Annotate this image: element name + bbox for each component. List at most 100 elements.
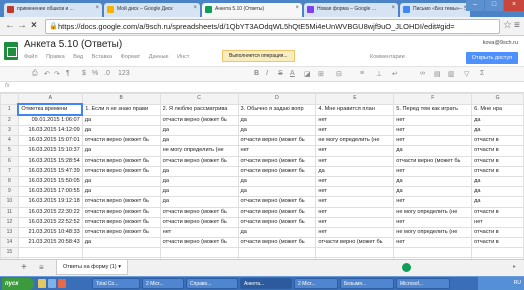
align-icon[interactable]: ≡ — [360, 70, 364, 77]
cell[interactable]: отчасти верно (может бь — [81, 206, 161, 218]
taskbar-item[interactable]: Total Co... — [92, 278, 140, 289]
close-icon[interactable]: × — [193, 5, 197, 11]
strikethrough-icon[interactable]: S — [278, 70, 283, 77]
cell[interactable]: нет — [315, 206, 395, 218]
cell[interactable]: отчасти в — [471, 226, 524, 239]
fill-color-icon[interactable]: ◪ — [304, 70, 311, 78]
bookmark-star-icon[interactable]: ☆ — [503, 20, 512, 31]
header-cell[interactable]: 1. Если я не знаю прави — [81, 103, 161, 116]
link-icon[interactable]: ∞ — [420, 70, 425, 77]
cell[interactable]: нет — [315, 124, 395, 137]
header-cell[interactable]: 5. Перед тем как играть — [393, 103, 473, 116]
menu-file[interactable]: Файл — [24, 54, 38, 60]
paint-format-icon[interactable]: ¶ — [66, 70, 70, 77]
bold-icon[interactable]: B — [254, 70, 259, 77]
cell[interactable]: да — [237, 186, 317, 198]
column-header[interactable]: C — [159, 93, 239, 105]
cell[interactable]: 16.03.2015 15:10:37 — [17, 145, 83, 157]
close-icon[interactable]: × — [295, 5, 299, 11]
row-header[interactable]: 13 — [0, 226, 19, 239]
row-header[interactable]: 3 — [0, 124, 19, 137]
redo-icon[interactable]: ↷ — [54, 70, 60, 78]
cell[interactable]: 21.03.2015 10:48:33 — [17, 226, 83, 239]
formula-bar[interactable]: fx — [0, 82, 524, 93]
start-button[interactable]: пуск — [2, 278, 34, 290]
taskbar-item[interactable]: Безымя... — [340, 278, 394, 289]
cell[interactable] — [393, 247, 473, 259]
cell[interactable]: 16.03.2015 15:50:05 — [17, 175, 83, 188]
row-header[interactable]: 4 — [0, 135, 19, 147]
maximize-button[interactable]: □ — [485, 0, 503, 11]
header-cell[interactable]: 4. Мне нравится план — [315, 103, 395, 116]
merge-icon[interactable]: ⊟ — [336, 70, 342, 78]
share-button[interactable]: Открыть доступ — [466, 52, 518, 64]
cell[interactable]: отчасти верно (может бь — [237, 237, 317, 249]
cell[interactable]: отчасти верно (может бь — [159, 155, 239, 167]
cell[interactable] — [17, 247, 83, 259]
cell[interactable]: нет — [393, 237, 473, 249]
functions-icon[interactable]: Σ — [480, 70, 484, 77]
menu-data[interactable]: Данные — [149, 54, 169, 60]
cell[interactable]: 16.03.2015 15:47:39 — [17, 165, 83, 177]
comments-button[interactable]: Комментарии — [370, 54, 405, 60]
cell[interactable]: да — [393, 175, 473, 188]
cell[interactable]: 16.03.2015 17:00:55 — [17, 186, 83, 198]
select-all-corner[interactable] — [0, 93, 19, 105]
cell[interactable] — [237, 247, 317, 259]
cell[interactable]: отчасти верно (может бь — [237, 165, 317, 177]
row-header[interactable]: 12 — [0, 216, 19, 228]
undo-icon[interactable]: ↶ — [44, 70, 50, 78]
cell[interactable] — [471, 247, 524, 259]
cell[interactable]: нет — [315, 216, 395, 228]
row-header[interactable]: 8 — [0, 175, 19, 188]
window-close-button[interactable]: × — [504, 0, 524, 11]
cell[interactable]: отчасти верно (может бь — [237, 206, 317, 218]
currency-icon[interactable]: $ — [82, 70, 86, 77]
cell[interactable]: да — [159, 186, 239, 198]
menu-format[interactable]: Формат — [121, 54, 141, 60]
print-icon[interactable]: ⎙ — [32, 70, 38, 78]
cell[interactable]: не могу определить (не — [393, 206, 473, 218]
cell[interactable]: да — [393, 186, 473, 198]
cell[interactable]: отчасти верно (может бь — [81, 226, 161, 239]
sheets-logo-icon[interactable] — [4, 42, 18, 60]
cell[interactable]: отчасти верно (может бь — [237, 135, 317, 147]
cell[interactable]: да — [471, 196, 524, 208]
cell[interactable]: нет — [315, 145, 395, 157]
row-header[interactable]: 6 — [0, 155, 19, 167]
cell[interactable]: отчасти верно (может бь — [237, 196, 317, 208]
row-header[interactable]: 7 — [0, 165, 19, 177]
close-icon[interactable]: × — [391, 5, 395, 11]
cell[interactable]: нет — [315, 175, 395, 188]
row-header[interactable]: 5 — [0, 145, 19, 157]
cell[interactable]: отчасти в — [471, 237, 524, 249]
cell[interactable]: отчасти в — [471, 155, 524, 167]
chevron-down-icon[interactable]: ▾ — [118, 264, 121, 270]
header-cell[interactable]: 6. Мне нра — [471, 103, 524, 116]
cell[interactable]: да — [159, 165, 239, 177]
cell[interactable]: отчасти верно (может бь — [159, 206, 239, 218]
cell[interactable]: да — [471, 186, 524, 198]
column-header[interactable]: E — [315, 93, 395, 105]
menu-insert[interactable]: Вставка — [92, 54, 112, 60]
cell[interactable]: нет — [393, 165, 473, 177]
cell[interactable]: нет — [393, 216, 473, 228]
header-cell[interactable]: 2. Я люблю рассматрива — [159, 103, 239, 116]
cell[interactable] — [81, 247, 161, 259]
cell[interactable]: 16.03.2015 22:30:22 — [17, 206, 83, 218]
cell[interactable]: 16.03.2015 14:12:09 — [17, 124, 83, 137]
cell[interactable]: отчасти верно (может бь — [81, 216, 161, 228]
cell[interactable]: нет — [237, 145, 317, 157]
cell[interactable]: 16.03.2015 22:52:52 — [17, 216, 83, 228]
quicklaunch-icon[interactable] — [38, 279, 46, 288]
cell[interactable]: да — [315, 165, 395, 177]
all-sheets-button[interactable]: ≡ — [39, 263, 44, 272]
valign-icon[interactable]: ⊥ — [376, 70, 382, 78]
text-color-icon[interactable]: A — [290, 70, 295, 77]
cell[interactable]: нет — [393, 135, 473, 147]
cell[interactable]: да — [471, 114, 524, 126]
borders-icon[interactable]: ⊞ — [318, 70, 324, 78]
percent-icon[interactable]: % — [92, 70, 98, 77]
cell[interactable]: нет — [393, 196, 473, 208]
browser-tab-4[interactable]: Новая форма – Google ... × — [304, 3, 398, 17]
